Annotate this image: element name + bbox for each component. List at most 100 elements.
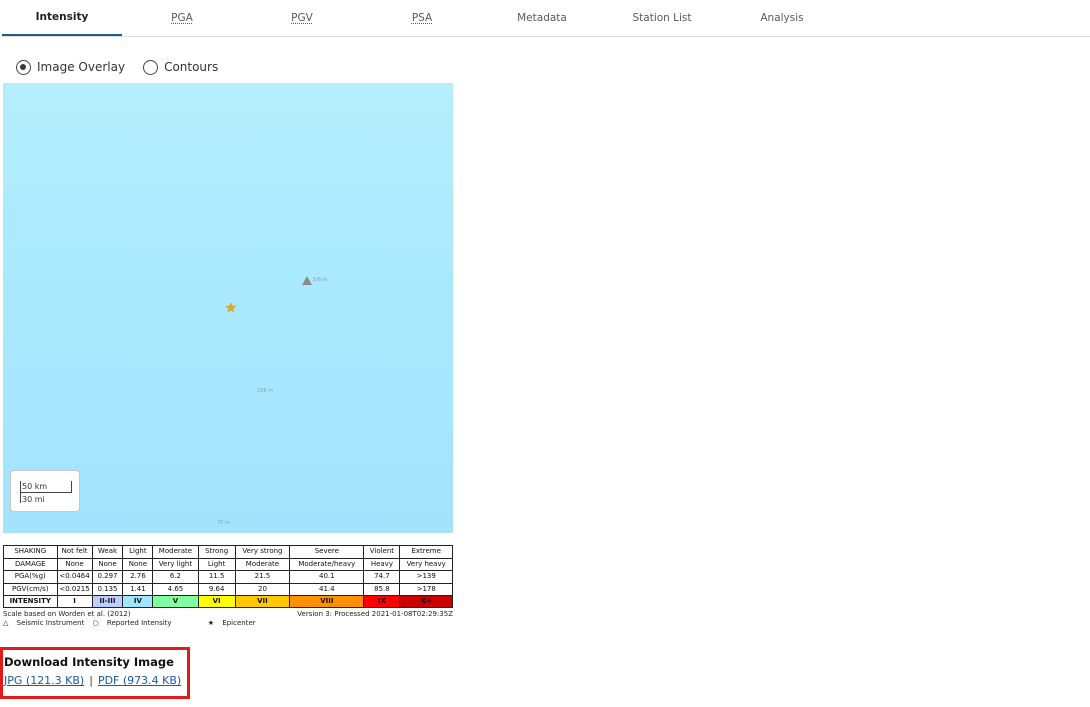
legend-cell: 0.135: [91, 582, 124, 596]
map-label: 236 m: [257, 388, 274, 394]
legend-cell: Very light: [152, 557, 199, 571]
legend-cell: Moderate/heavy: [289, 557, 365, 571]
legend-cell: SHAKING: [3, 545, 58, 559]
legend-cell: 21.5: [234, 570, 291, 584]
legend-cell: 20: [234, 582, 291, 596]
legend-cell: 0.297: [91, 570, 124, 584]
legend-cell: 2.76: [122, 570, 154, 584]
tab-label: PGV: [291, 12, 313, 24]
scale-mi-label: 30 mi: [22, 495, 45, 504]
legend-cell: Light: [197, 557, 236, 571]
tab-pgv[interactable]: PGV: [242, 0, 362, 36]
legend-cell: 11.5: [197, 570, 236, 584]
tab-label: PSA: [411, 12, 433, 24]
legend-cell: INTENSITY: [3, 595, 58, 608]
legend-cell: 6.2: [152, 570, 199, 584]
legend-cell: PGA(%g): [3, 570, 58, 584]
download-pdf-link[interactable]: PDF (973.4 KB): [98, 674, 181, 687]
contours-label: Contours: [164, 60, 219, 74]
intensity-swatch: V: [152, 595, 199, 608]
intensity-swatch: I: [56, 595, 93, 608]
legend-cell: Very heavy: [399, 557, 453, 571]
legend-row-shaking: SHAKING Not felt Weak Light Moderate Str…: [3, 545, 453, 559]
download-jpg-link[interactable]: JPG (121.3 KB): [4, 674, 84, 687]
legend-cell: Not felt: [56, 545, 93, 559]
intensity-legend-table: SHAKING Not felt Weak Light Moderate Str…: [3, 545, 453, 608]
tab-intensity[interactable]: Intensity: [2, 0, 122, 36]
intensity-swatch: VIII: [289, 595, 365, 608]
legend-cell: 74.7: [363, 570, 401, 584]
legend-cell: Extreme: [399, 545, 453, 559]
tab-label: Intensity: [35, 11, 89, 23]
intensity-swatch: IX: [363, 595, 401, 608]
legend-cell: Moderate: [234, 557, 291, 571]
image-overlay-radio[interactable]: Image Overlay: [16, 59, 126, 75]
legend-row-pga: PGA(%g) <0.0464 0.297 2.76 6.2 11.5 21.5…: [3, 570, 453, 584]
legend-cell: <0.0215: [56, 582, 93, 596]
legend-cell: Moderate: [152, 545, 199, 559]
intensity-swatch: VII: [234, 595, 291, 608]
tab-label: Station List: [632, 12, 692, 24]
tab-station-list[interactable]: Station List: [602, 0, 722, 36]
legend-cell: Strong: [197, 545, 236, 559]
legend-cell: PGV(cm/s): [3, 582, 58, 596]
legend-cell: >139: [399, 570, 453, 584]
star-icon: ★: [207, 619, 215, 627]
version-note: Version 3: Processed 2021-01-08T02:29:35…: [297, 610, 453, 618]
download-links: JPG (121.3 KB) | PDF (973.4 KB): [4, 674, 181, 687]
radio-unselected-icon[interactable]: [143, 59, 159, 75]
key-epicenter-label: Epicenter: [222, 619, 256, 627]
image-overlay-label: Image Overlay: [37, 60, 126, 74]
legend-cell: Violent: [363, 545, 401, 559]
legend-cell: Heavy: [363, 557, 401, 571]
map-scale-bar: 50 km 30 mi: [10, 470, 80, 512]
legend-row-intensity: INTENSITY I II-III IV V VI VII VIII IX X…: [3, 595, 453, 608]
intensity-swatch: X+: [399, 595, 453, 608]
tab-label: Analysis: [760, 12, 804, 24]
legend-cell: Very strong: [234, 545, 291, 559]
legend-cell: 9.64: [197, 582, 236, 596]
tab-label: Metadata: [517, 12, 567, 24]
view-options: Image Overlay Contours: [16, 58, 236, 76]
radio-selected-icon[interactable]: [16, 59, 31, 75]
contours-radio[interactable]: Contours: [143, 59, 219, 75]
tab-pga[interactable]: PGA: [122, 0, 242, 36]
legend-key: △ Seismic Instrument ○ Reported Intensit…: [3, 619, 453, 627]
key-instrument-label: Seismic Instrument: [16, 619, 85, 627]
scale-km-label: 50 km: [22, 482, 48, 491]
intensity-swatch: VI: [197, 595, 236, 608]
legend-cell: >178: [399, 582, 453, 596]
key-reported-label: Reported Intensity: [106, 619, 172, 627]
legend-cell: DAMAGE: [3, 557, 58, 571]
legend-cell: 41.4: [289, 582, 365, 596]
intensity-swatch: IV: [122, 595, 154, 608]
legend-row-pgv: PGV(cm/s) <0.0215 0.135 1.41 4.65 9.64 2…: [3, 582, 453, 596]
tab-analysis[interactable]: Analysis: [722, 0, 842, 36]
legend-cell: 40.1: [289, 570, 365, 584]
epicenter-star-icon[interactable]: ★: [225, 302, 237, 315]
intensity-swatch: II-III: [91, 595, 124, 608]
legend-row-damage: DAMAGE None None None Very light Light M…: [3, 557, 453, 571]
legend-cell: 85.8: [363, 582, 401, 596]
intensity-map[interactable]: 5/6 m ★ 236 m 70 m 50 km 30 mi: [3, 83, 453, 533]
scale-note: Scale based on Worden et al. (2012): [3, 610, 131, 618]
tab-psa[interactable]: PSA: [362, 0, 482, 36]
tab-metadata[interactable]: Metadata: [482, 0, 602, 36]
legend-cell: Weak: [91, 545, 124, 559]
legend-cell: None: [91, 557, 124, 571]
legend-cell: <0.0464: [56, 570, 93, 584]
circle-icon: ○: [92, 619, 99, 627]
legend-cell: None: [122, 557, 154, 571]
legend-footnote: Scale based on Worden et al. (2012) Vers…: [3, 610, 453, 618]
seismic-instrument-icon[interactable]: [302, 276, 312, 285]
map-label: 5/6 m: [313, 277, 328, 283]
link-separator: |: [89, 674, 93, 687]
tab-label: PGA: [171, 12, 193, 24]
download-title: Download Intensity Image: [4, 655, 174, 669]
triangle-icon: △: [3, 619, 9, 627]
legend-cell: None: [56, 557, 93, 571]
legend-cell: Severe: [289, 545, 365, 559]
legend-cell: 4.65: [152, 582, 199, 596]
legend-cell: 1.41: [122, 582, 154, 596]
map-label: 70 m: [217, 520, 230, 526]
